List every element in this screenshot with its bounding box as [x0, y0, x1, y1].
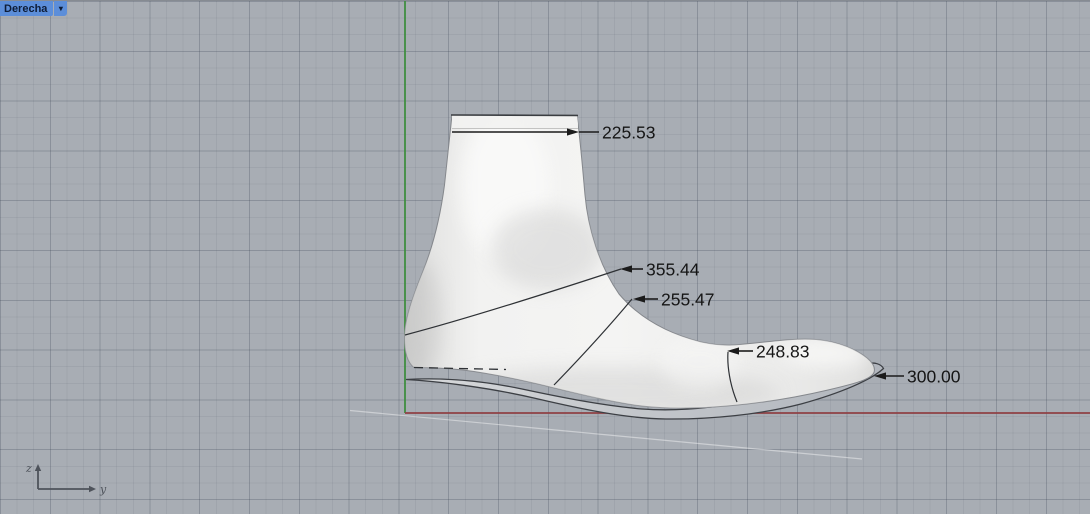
dimension-355[interactable]: 355.44 [620, 260, 700, 280]
axis-right-arrow-icon [89, 486, 96, 492]
dimension-label[interactable]: 255.47 [661, 290, 715, 310]
axis-gizmo-z-label: z [25, 462, 32, 475]
chevron-down-icon: ▾ [59, 4, 63, 13]
axis-up-arrow-icon [35, 464, 41, 471]
cad-viewport: 225.53 355.44 255.47 248.83 300.00 [0, 0, 1090, 514]
axis-gizmo: z y [25, 462, 107, 496]
dimension-label[interactable]: 355.44 [646, 260, 700, 280]
viewport-dropdown-button[interactable]: ▾ [54, 1, 67, 16]
last-top-edge [451, 115, 578, 116]
dimension-300[interactable]: 300.00 [874, 367, 961, 387]
dimension-255[interactable]: 255.47 [633, 290, 715, 310]
shoe-last-model[interactable] [400, 111, 874, 419]
dimension-label[interactable]: 225.53 [602, 123, 656, 143]
viewport-title[interactable]: Derecha [0, 1, 53, 16]
viewport-canvas: 225.53 355.44 255.47 248.83 300.00 [0, 1, 1090, 514]
dimension-label[interactable]: 300.00 [907, 367, 961, 387]
construction-guide-line [350, 411, 862, 460]
axis-gizmo-y-label: y [99, 483, 107, 496]
arrow-icon [620, 265, 632, 272]
dimension-label[interactable]: 248.83 [756, 342, 810, 362]
viewport-title-tab[interactable]: Derecha ▾ [0, 1, 67, 16]
arrow-icon [633, 295, 645, 302]
